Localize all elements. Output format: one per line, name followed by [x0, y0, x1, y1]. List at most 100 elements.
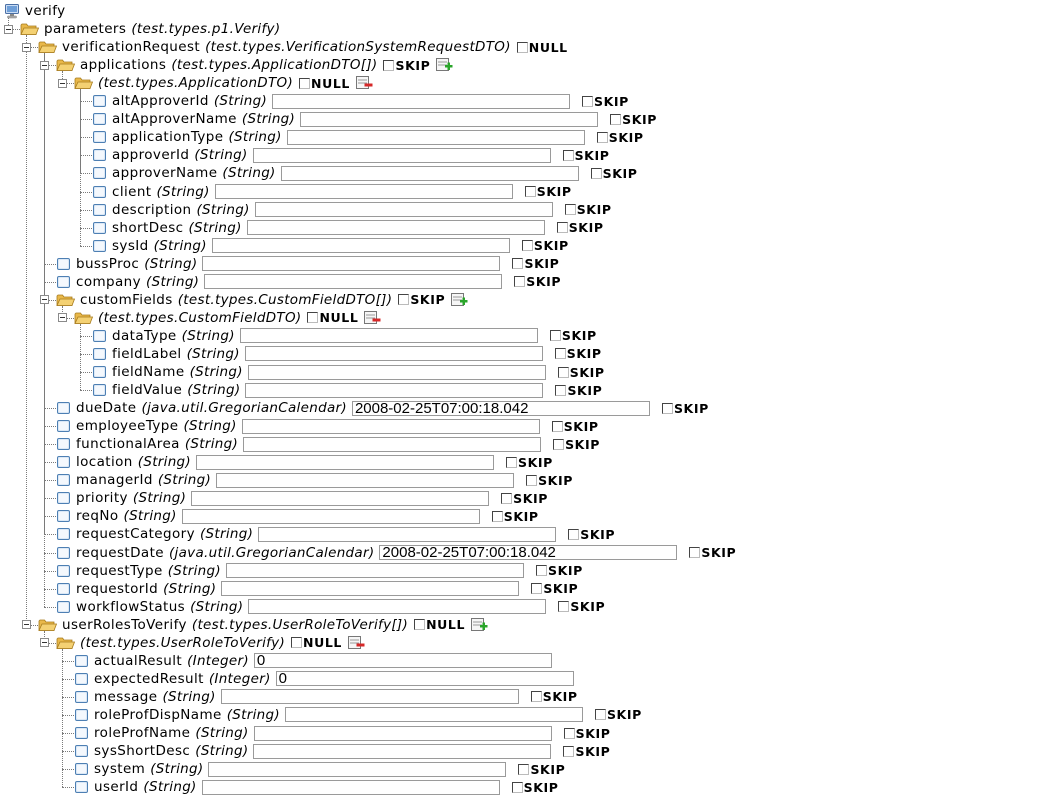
skip-checkbox[interactable]	[557, 366, 569, 378]
node-name: dataType	[112, 327, 177, 344]
value-input[interactable]	[254, 202, 553, 218]
value-input[interactable]	[204, 274, 503, 290]
value-input[interactable]: 0	[253, 653, 552, 669]
value-input[interactable]: 2008-02-25T07:00:18.042	[379, 545, 678, 560]
skip-checkbox[interactable]	[524, 186, 536, 197]
node-name: workflowStatus	[76, 598, 186, 615]
value-input[interactable]	[239, 328, 538, 344]
value-input[interactable]: 0	[275, 671, 574, 687]
collapse-toggle-icon[interactable]	[40, 638, 49, 648]
collapse-toggle-icon[interactable]	[40, 60, 49, 70]
value-input[interactable]	[191, 490, 490, 506]
skip-checkbox[interactable]	[526, 474, 538, 486]
skip-checkbox[interactable]	[556, 222, 568, 234]
add-row-icon[interactable]	[471, 617, 488, 632]
value-input[interactable]: 2008-02-25T07:00:18.042	[351, 400, 650, 416]
value-input[interactable]	[286, 129, 585, 145]
skip-checkbox[interactable]	[530, 691, 542, 703]
value-input[interactable]	[221, 581, 520, 597]
add-row-icon[interactable]	[451, 292, 468, 307]
skip-checkbox[interactable]	[506, 456, 517, 468]
skip-checkbox[interactable]	[562, 149, 574, 161]
value-input[interactable]	[214, 184, 513, 199]
skip-checkbox[interactable]	[558, 601, 570, 613]
value-input[interactable]	[216, 472, 515, 488]
skip-checkbox[interactable]	[563, 745, 575, 757]
value-input[interactable]	[258, 526, 557, 542]
add-row-icon[interactable]	[436, 58, 453, 72]
value-input[interactable]	[284, 707, 583, 723]
value-input[interactable]	[220, 689, 519, 705]
value-input[interactable]	[181, 508, 480, 524]
value-input[interactable]	[247, 364, 546, 380]
value-input[interactable]	[246, 220, 545, 236]
value-input[interactable]	[243, 436, 542, 452]
value-input[interactable]	[252, 147, 551, 163]
remove-row-icon[interactable]	[347, 635, 365, 650]
null-checkbox[interactable]	[299, 77, 311, 89]
value-input[interactable]	[244, 346, 543, 362]
skip-checkbox[interactable]	[590, 167, 602, 179]
skip-checkbox[interactable]	[501, 492, 513, 504]
skip-checkbox[interactable]	[531, 583, 543, 595]
skip-checkbox[interactable]	[563, 727, 575, 739]
collapse-toggle-icon[interactable]	[58, 78, 67, 88]
skip-checkbox[interactable]	[689, 547, 701, 558]
field-node-icon	[74, 708, 89, 722]
collapse-toggle-icon[interactable]	[58, 313, 67, 323]
value-input[interactable]	[300, 111, 599, 127]
skip-checkbox[interactable]	[511, 781, 523, 793]
skip-checkbox[interactable]	[596, 131, 608, 143]
skip-checkbox[interactable]	[555, 384, 567, 396]
value-input[interactable]	[253, 743, 552, 759]
null-checkbox[interactable]	[516, 41, 528, 53]
value-input[interactable]	[253, 725, 552, 741]
value-input[interactable]	[202, 256, 501, 272]
skip-checkbox[interactable]	[610, 113, 622, 125]
null-checkbox[interactable]	[307, 312, 319, 324]
value-input[interactable]	[241, 418, 540, 434]
skip-checkbox[interactable]	[512, 258, 524, 270]
skip-checkbox[interactable]	[518, 763, 530, 775]
collapse-toggle-icon[interactable]	[22, 42, 31, 52]
value-input[interactable]	[211, 238, 510, 254]
skip-checkbox[interactable]	[491, 510, 503, 522]
skip-checkbox[interactable]	[554, 348, 566, 360]
flag-checkbox-group: SKIP	[524, 184, 572, 199]
tree-row-location: location (String) SKIP	[56, 453, 553, 471]
value-input[interactable]	[248, 599, 547, 615]
skip-checkbox[interactable]	[383, 59, 395, 71]
null-checkbox[interactable]	[414, 619, 426, 631]
value-input[interactable]	[201, 779, 500, 795]
skip-checkbox[interactable]	[521, 240, 533, 252]
value-input[interactable]	[245, 382, 544, 398]
node-type: (String)	[163, 580, 217, 597]
value-input[interactable]	[208, 761, 507, 777]
skip-checkbox[interactable]	[398, 294, 410, 306]
flag-checkbox-group: SKIP	[398, 292, 445, 307]
value-input[interactable]	[196, 454, 494, 470]
value-input[interactable]	[272, 93, 571, 109]
skip-checkbox[interactable]	[514, 276, 526, 288]
skip-checkbox[interactable]	[553, 438, 565, 450]
flag-checkbox-group: NULL	[516, 40, 568, 55]
remove-row-icon[interactable]	[355, 76, 373, 90]
skip-checkbox[interactable]	[568, 528, 580, 540]
value-input[interactable]	[280, 165, 579, 181]
skip-checkbox[interactable]	[582, 95, 594, 107]
null-checkbox[interactable]	[291, 637, 303, 649]
remove-row-icon[interactable]	[364, 310, 381, 325]
skip-checkbox[interactable]	[661, 402, 673, 414]
skip-checkbox[interactable]	[564, 204, 576, 216]
collapse-toggle-icon[interactable]	[40, 295, 49, 305]
skip-checkbox[interactable]	[551, 420, 563, 432]
collapse-toggle-icon[interactable]	[22, 620, 31, 630]
skip-label: SKIP	[518, 454, 553, 470]
skip-checkbox[interactable]	[535, 565, 547, 577]
value-input[interactable]	[225, 563, 524, 579]
tree-row-bussProc: bussProc (String) SKIP	[56, 255, 559, 273]
node-name: verificationRequest	[62, 39, 201, 56]
skip-checkbox[interactable]	[594, 709, 606, 721]
skip-checkbox[interactable]	[549, 330, 561, 342]
collapse-toggle-icon[interactable]	[4, 24, 13, 34]
